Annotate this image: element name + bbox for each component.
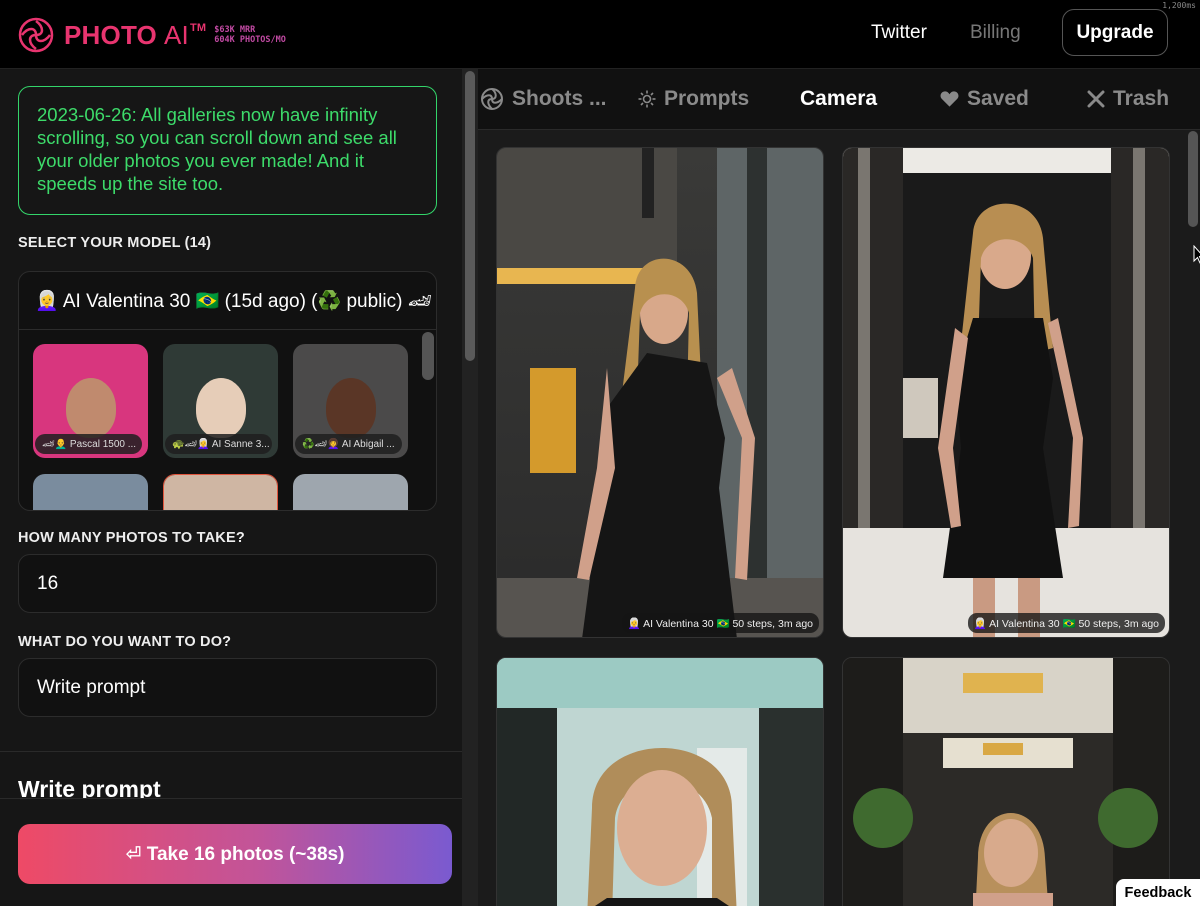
heart-icon: [940, 90, 959, 108]
gallery-photo[interactable]: 👩‍🦳 AI Valentina 30 🇧🇷 50 steps, 3m ago: [496, 147, 824, 638]
model-select-dropdown[interactable]: 👩‍🦳 AI Valentina 30 🇧🇷 (15d ago) (♻️ pub…: [19, 272, 436, 330]
swirl-icon: [480, 87, 504, 111]
action-select[interactable]: Write prompt: [18, 658, 437, 717]
tab-label: Camera: [800, 87, 878, 110]
gallery-panel: Shoots ... Prompts Camera Saved Trash: [478, 69, 1200, 906]
brand-name: PHOTO AI TM: [64, 19, 207, 50]
photo-image: [843, 148, 1169, 637]
brand-stats: $63K MRR 604K PHOTOS/MO: [214, 25, 286, 45]
gallery-photo[interactable]: [842, 657, 1170, 906]
mouse-cursor-icon: [1193, 245, 1200, 264]
gallery-photo[interactable]: [496, 657, 824, 906]
tab-camera[interactable]: Camera: [800, 87, 877, 111]
model-tag: ♻️🏎👩‍🦱 AI Abigail ...: [295, 434, 402, 454]
model-card[interactable]: [33, 474, 148, 510]
photo-image: [843, 658, 1169, 906]
sidebar-panel: 2023-06-26: All galleries now have infin…: [0, 69, 478, 906]
tab-label: Shoots ...: [512, 87, 607, 110]
photo-caption: 👩‍🦳 AI Valentina 30 🇧🇷 50 steps, 3m ago: [967, 613, 1165, 633]
photo-ai-logo-icon: [18, 17, 54, 53]
sidebar-scrollbar-thumb[interactable]: [465, 71, 475, 361]
model-photo: [293, 474, 408, 510]
tab-label: Trash: [1113, 87, 1170, 110]
photo-image: [497, 658, 823, 906]
logo[interactable]: PHOTO AI TM $63K MRR 604K PHOTOS/MO: [18, 17, 286, 53]
update-notice: 2023-06-26: All galleries now have infin…: [18, 86, 437, 215]
tab-label: Prompts: [664, 87, 750, 110]
feedback-button[interactable]: Feedback: [1116, 879, 1200, 906]
sparkle-icon: [638, 90, 656, 108]
gallery-photo[interactable]: 👩‍🦳 AI Valentina 30 🇧🇷 50 steps, 3m ago: [842, 147, 1170, 638]
tab-prompts[interactable]: Prompts: [638, 87, 749, 111]
model-card[interactable]: ♻️🏎👩‍🦱 AI Abigail ...: [293, 344, 408, 458]
upgrade-button[interactable]: Upgrade: [1062, 9, 1168, 56]
tab-label: Saved: [967, 87, 1029, 110]
take-photos-button[interactable]: ⏎ Take 16 photos (~38s): [18, 824, 452, 884]
model-photo: [33, 474, 148, 510]
tab-shoots[interactable]: Shoots ...: [480, 87, 607, 111]
model-face: [195, 378, 246, 438]
nav-twitter-link[interactable]: Twitter: [871, 22, 927, 44]
x-icon: [1087, 90, 1105, 108]
model-photo: [164, 475, 277, 510]
model-face: [65, 378, 116, 438]
action-label: WHAT DO YOU WANT TO DO?: [18, 634, 232, 650]
photo-image: [497, 148, 823, 637]
model-tag: 🐢🏎👩‍🦳 AI Sanne 3...: [165, 434, 272, 454]
photo-caption: 👩‍🦳 AI Valentina 30 🇧🇷 50 steps, 3m ago: [621, 613, 819, 633]
tab-saved[interactable]: Saved: [940, 87, 1029, 111]
model-tag: 🏎👨‍🦲 Pascal 1500 ...: [35, 434, 142, 454]
photo-count-label: HOW MANY PHOTOS TO TAKE?: [18, 530, 245, 546]
model-grid-scrollbar[interactable]: [422, 332, 434, 380]
tab-trash[interactable]: Trash: [1087, 87, 1169, 111]
photo-count-input[interactable]: 16: [18, 554, 437, 613]
gallery-scrollbar-thumb[interactable]: [1188, 131, 1198, 227]
model-picker: 👩‍🦳 AI Valentina 30 🇧🇷 (15d ago) (♻️ pub…: [18, 271, 437, 511]
render-timer: 1,200ms: [1162, 1, 1196, 10]
model-face: [325, 378, 376, 438]
model-card[interactable]: [163, 474, 278, 510]
select-model-label: SELECT YOUR MODEL (14): [18, 235, 212, 251]
top-header: PHOTO AI TM $63K MRR 604K PHOTOS/MO Twitte…: [0, 0, 1200, 69]
nav-billing-link[interactable]: Billing: [970, 22, 1021, 44]
model-card[interactable]: 🏎👨‍🦲 Pascal 1500 ...: [33, 344, 148, 458]
section-divider: [0, 751, 462, 752]
model-card[interactable]: 🐢🏎👩‍🦳 AI Sanne 3...: [163, 344, 278, 458]
model-card[interactable]: [293, 474, 408, 510]
gallery-tabs: Shoots ... Prompts Camera Saved Trash: [478, 69, 1200, 130]
